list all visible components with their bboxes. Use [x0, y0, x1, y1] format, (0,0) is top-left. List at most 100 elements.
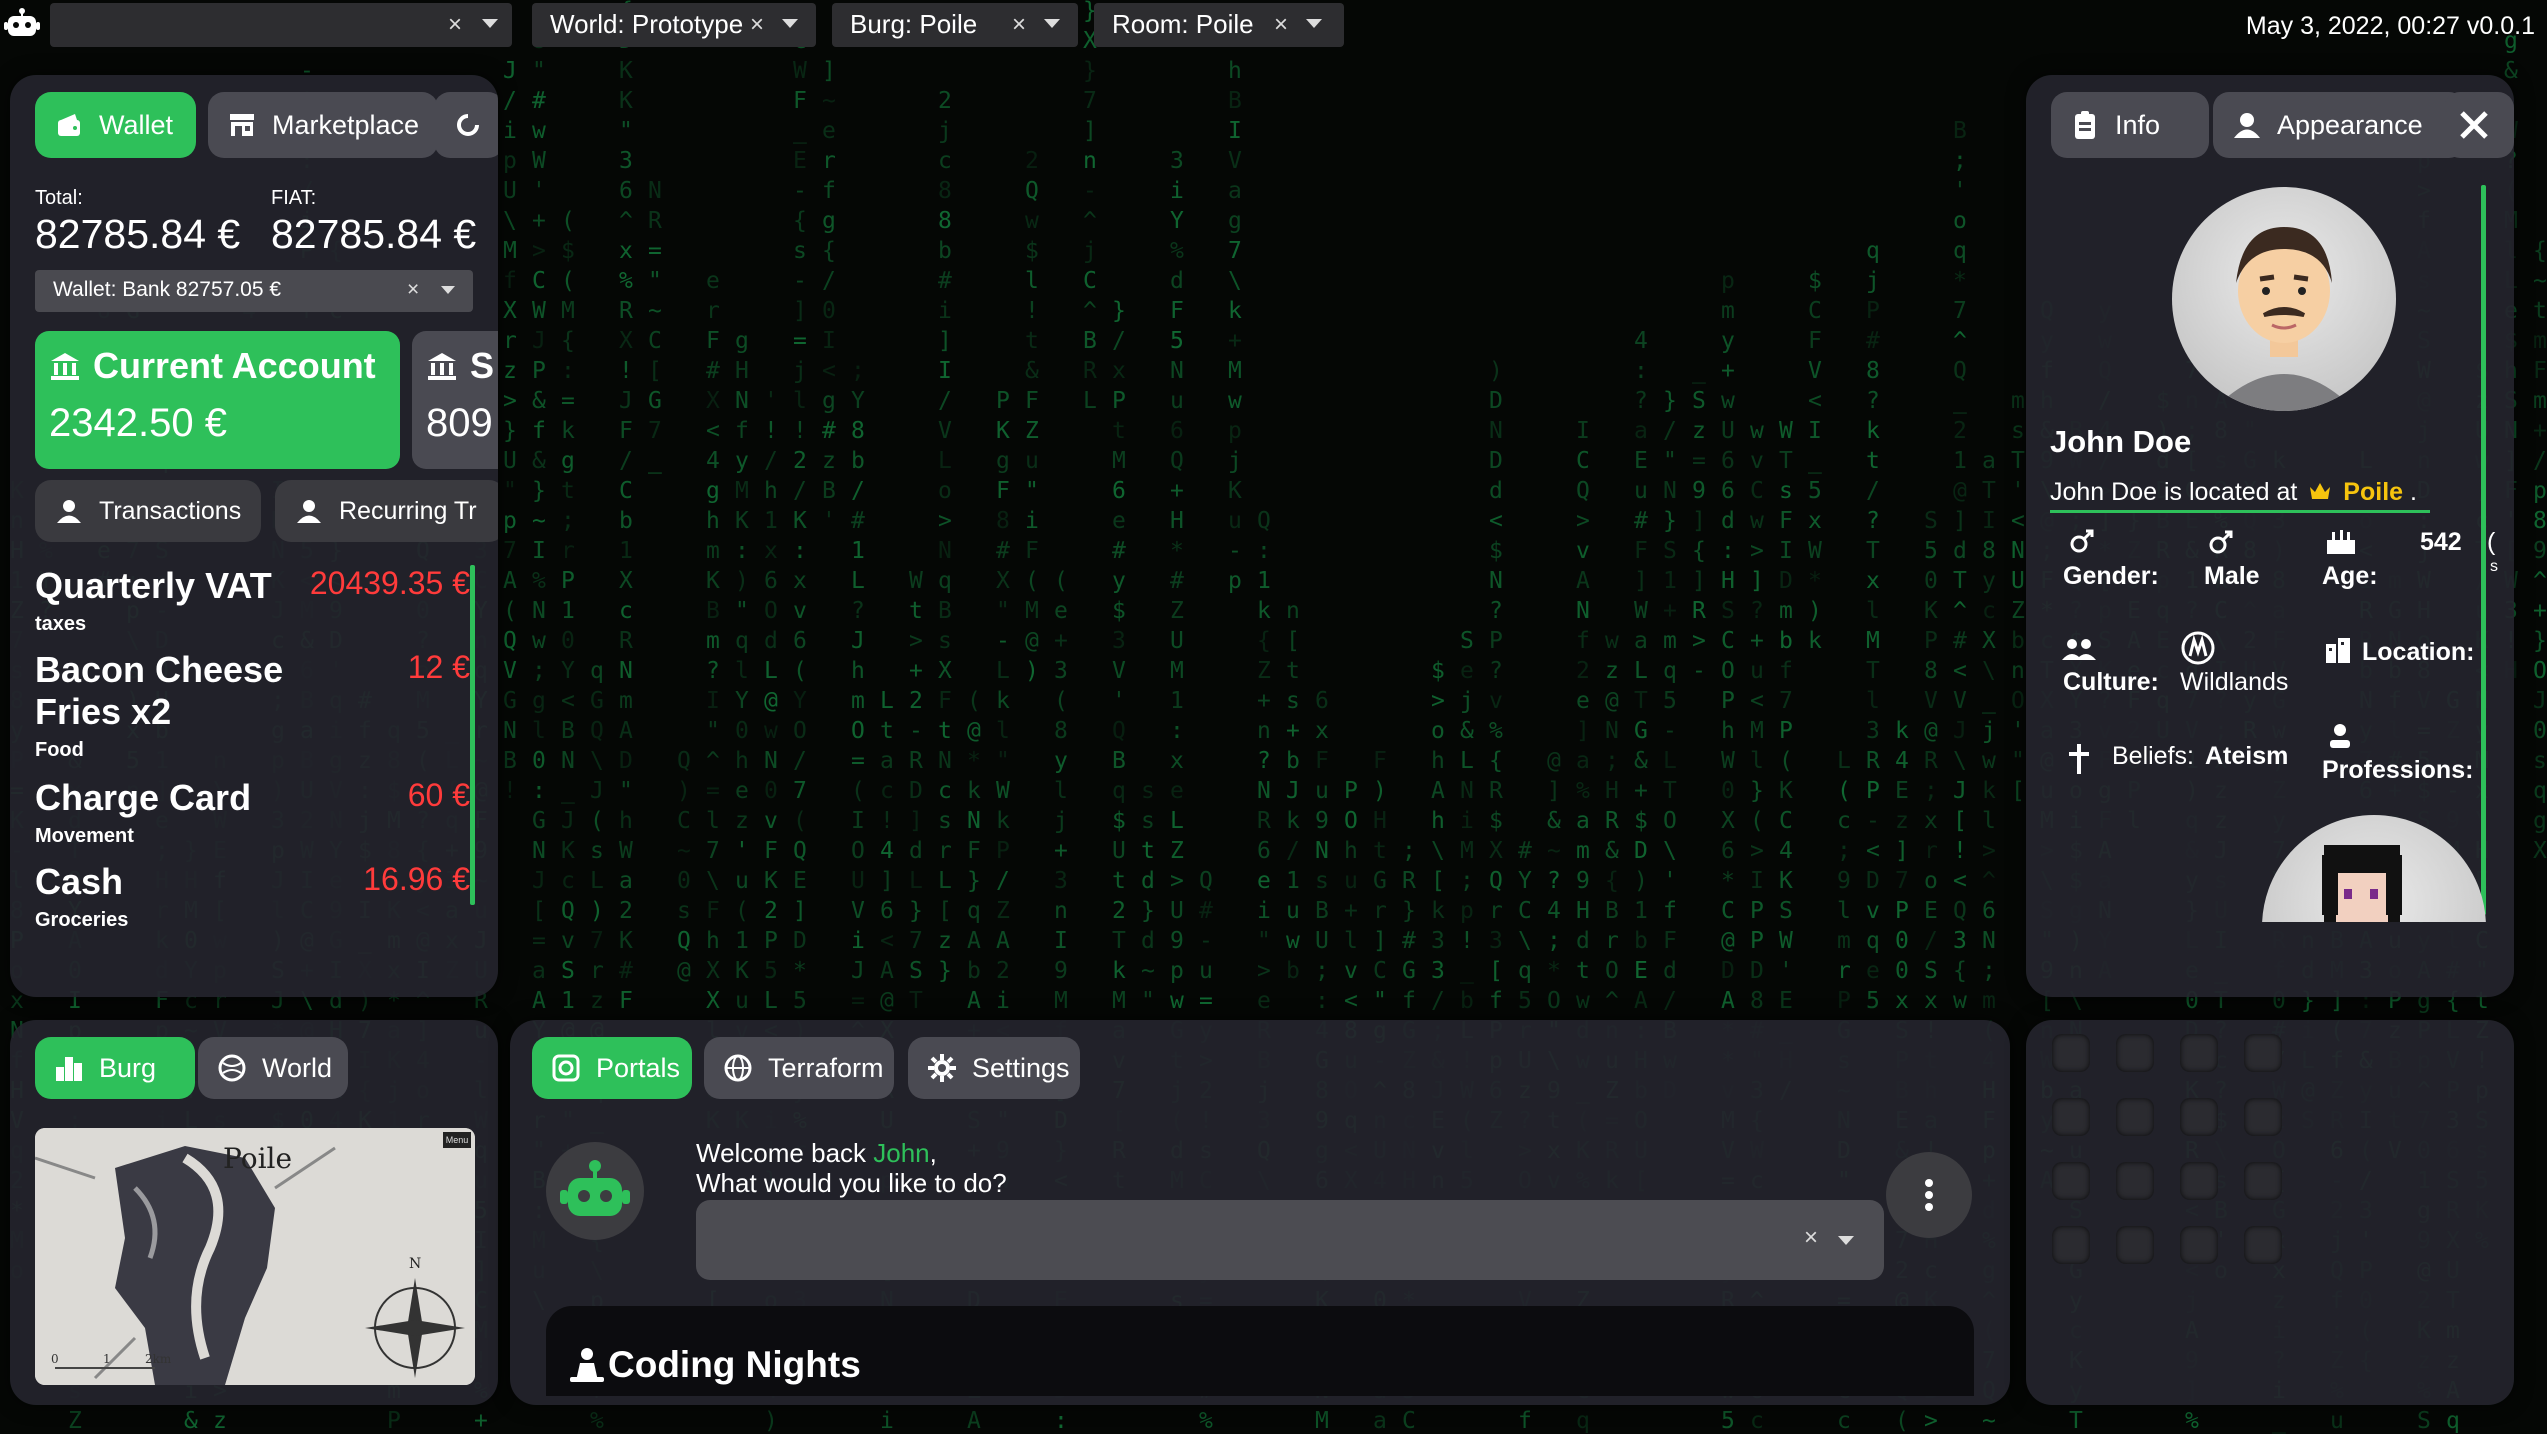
- matrix-glyph: K: [619, 930, 633, 953]
- matrix-glyph: q: [2446, 1410, 2460, 1433]
- quick-slot[interactable]: [2052, 1034, 2090, 1072]
- matrix-glyph: D: [793, 930, 807, 953]
- tab-portals[interactable]: Portals: [532, 1037, 692, 1099]
- matrix-glyph: g: [822, 210, 836, 233]
- matrix-glyph: q: [2533, 780, 2547, 803]
- matrix-glyph: M: [1025, 600, 1039, 623]
- age-value: 542: [2420, 528, 2462, 557]
- scrollbar[interactable]: [2481, 185, 2486, 915]
- matrix-glyph: \: [1953, 750, 1967, 773]
- quick-slot[interactable]: [2052, 1226, 2090, 1264]
- account-card-savings[interactable]: S 809: [412, 331, 498, 469]
- quick-slot[interactable]: [2180, 1098, 2218, 1136]
- map-menu-button[interactable]: Menu: [443, 1132, 471, 1148]
- quick-slot[interactable]: [2116, 1034, 2154, 1072]
- quick-slot[interactable]: [2052, 1098, 2090, 1136]
- matrix-glyph: ": [735, 600, 749, 623]
- scrollbar[interactable]: [470, 565, 475, 905]
- chevron-down-icon[interactable]: [482, 19, 498, 28]
- quick-slot[interactable]: [2180, 1034, 2218, 1072]
- quick-slot[interactable]: [2244, 1034, 2282, 1072]
- matrix-glyph: k: [1866, 420, 1880, 443]
- chevron-down-icon[interactable]: [1306, 19, 1322, 28]
- matrix-glyph: T: [1982, 480, 1996, 503]
- tab-burg[interactable]: Burg: [35, 1037, 195, 1099]
- quick-slot[interactable]: [2116, 1162, 2154, 1200]
- tab-terraform[interactable]: Terraform: [704, 1037, 894, 1099]
- matrix-glyph: 4: [1779, 840, 1793, 863]
- matrix-glyph: u: [735, 990, 749, 1013]
- matrix-glyph: \: [1228, 270, 1242, 293]
- clear-icon[interactable]: ×: [1804, 1224, 1818, 1252]
- world-select[interactable]: World: Prototype ×: [532, 3, 816, 47]
- matrix-glyph: s: [1141, 780, 1155, 803]
- matrix-glyph: I: [1576, 420, 1590, 443]
- global-search-select[interactable]: ×: [50, 3, 512, 47]
- list-item[interactable]: Quarterly VAT taxes 20439.35 €: [35, 565, 470, 645]
- crown-icon: [2308, 479, 2332, 510]
- wallet-select[interactable]: Wallet: Bank 82757.05 € ×: [35, 270, 473, 312]
- matrix-glyph: f: [532, 420, 546, 443]
- chevron-down-icon[interactable]: [441, 286, 455, 294]
- tab-transactions[interactable]: Transactions: [35, 480, 261, 542]
- quick-slot[interactable]: [2116, 1098, 2154, 1136]
- clear-icon[interactable]: ×: [750, 11, 764, 39]
- chevron-down-icon[interactable]: [782, 19, 798, 28]
- app-logo-icon[interactable]: [2, 4, 42, 44]
- location-place-link[interactable]: Poile: [2343, 478, 2403, 506]
- list-item[interactable]: Cash Groceries 16.96 €: [35, 861, 470, 941]
- matrix-glyph: r: [822, 150, 836, 173]
- matrix-glyph: 8: [938, 180, 952, 203]
- more-options-button[interactable]: [1886, 1152, 1972, 1238]
- quick-slot[interactable]: [2180, 1162, 2218, 1200]
- quick-slot[interactable]: [2052, 1162, 2090, 1200]
- tab-info[interactable]: Info: [2051, 92, 2209, 158]
- list-item[interactable]: Charge Card Movement 60 €: [35, 777, 470, 857]
- tab-appearance[interactable]: Appearance: [2213, 92, 2465, 158]
- coding-nights-card[interactable]: Coding Nights: [546, 1306, 1974, 1396]
- burg-map[interactable]: Poile Menu N 0 1 2km: [35, 1128, 475, 1385]
- close-profile-button[interactable]: [2444, 92, 2514, 158]
- tab-marketplace[interactable]: Marketplace: [208, 92, 438, 158]
- chevron-down-icon[interactable]: [1838, 1236, 1854, 1245]
- clear-icon[interactable]: ×: [407, 278, 419, 302]
- matrix-glyph: Q: [1953, 900, 1967, 923]
- quick-slot[interactable]: [2244, 1098, 2282, 1136]
- clear-icon[interactable]: ×: [1012, 11, 1026, 39]
- account-card-current[interactable]: Current Account 2342.50 €: [35, 331, 400, 469]
- matrix-glyph: Y: [793, 690, 807, 713]
- clear-icon[interactable]: ×: [448, 11, 462, 39]
- matrix-glyph: /: [793, 480, 807, 503]
- matrix-glyph: ": [1663, 450, 1677, 473]
- refresh-button[interactable]: [434, 92, 498, 158]
- matrix-glyph: 6: [880, 900, 894, 923]
- quick-slot[interactable]: [2116, 1226, 2154, 1264]
- matrix-glyph: 0: [1895, 960, 1909, 983]
- command-input[interactable]: ×: [696, 1200, 1884, 1280]
- clear-icon[interactable]: ×: [1274, 11, 1288, 39]
- matrix-glyph: p: [503, 510, 517, 533]
- tab-recurring[interactable]: Recurring Tr: [275, 480, 498, 542]
- matrix-glyph: K: [735, 510, 749, 533]
- quick-slot[interactable]: [2244, 1162, 2282, 1200]
- matrix-glyph: k: [1112, 960, 1126, 983]
- burg-select[interactable]: Burg: Poile ×: [832, 3, 1078, 47]
- room-select[interactable]: Room: Poile ×: [1094, 3, 1344, 47]
- transactions-list: Quarterly VAT taxes 20439.35 € Bacon Che…: [10, 565, 480, 955]
- quick-slot[interactable]: [2180, 1226, 2218, 1264]
- tab-world[interactable]: World: [198, 1037, 348, 1099]
- professions-label: Professions:: [2322, 756, 2473, 785]
- list-item[interactable]: Bacon Cheese Fries x2 Food 12 €: [35, 649, 470, 771]
- matrix-glyph: 0: [2533, 720, 2547, 743]
- matrix-glyph: s: [793, 240, 807, 263]
- quick-slot[interactable]: [2244, 1226, 2282, 1264]
- matrix-glyph: @: [1721, 930, 1735, 953]
- matrix-glyph: k: [1808, 630, 1822, 653]
- matrix-glyph: i: [1170, 180, 1184, 203]
- matrix-glyph: x: [1808, 510, 1822, 533]
- chevron-down-icon[interactable]: [1044, 19, 1060, 28]
- tab-settings[interactable]: Settings: [908, 1037, 1080, 1099]
- matrix-glyph: M: [503, 240, 517, 263]
- matrix-glyph: Q: [793, 840, 807, 863]
- tab-wallet[interactable]: Wallet: [35, 92, 196, 158]
